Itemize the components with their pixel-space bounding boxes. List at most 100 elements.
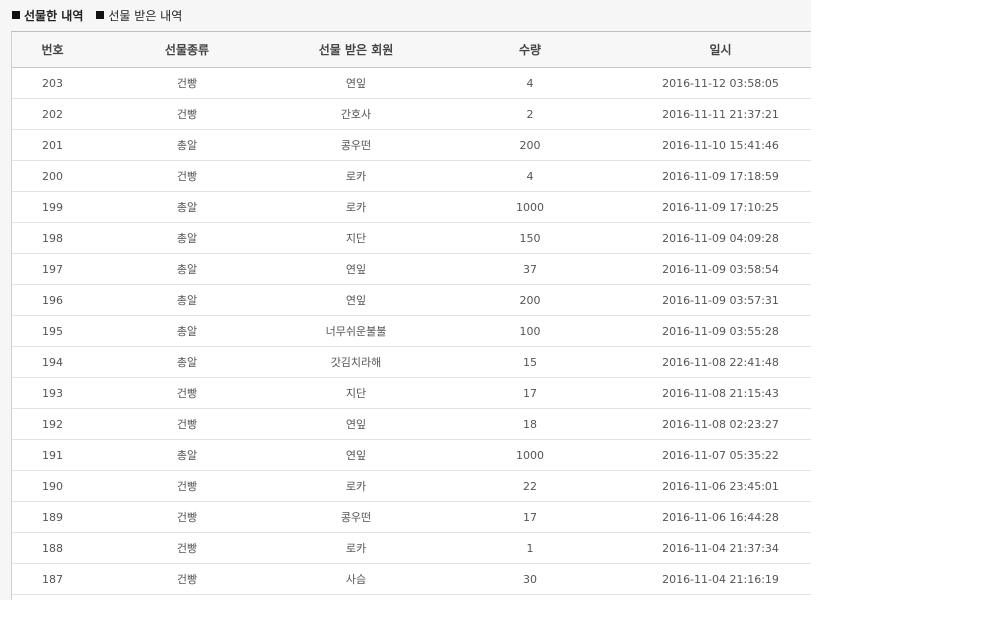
cell-datetime: 2016-11-08 02:23:27: [629, 408, 811, 440]
cell-quantity: 17: [431, 501, 629, 533]
table-row: 190 건빵 로카 22 2016-11-06 23:45:01: [12, 470, 811, 502]
cell-number: 197: [12, 253, 93, 285]
cell-quantity: 30: [431, 563, 629, 595]
cell-number: 190: [12, 470, 93, 502]
table-row: 192 건빵 연잎 18 2016-11-08 02:23:27: [12, 408, 811, 440]
table-row: 197 총알 연잎 37 2016-11-09 03:58:54: [12, 253, 811, 285]
gift-history-panel: 선물한 내역 선물 받은 내역 번호 선물종류 선물 받은 회원 수량 일시 203 건빵 연…: [0, 0, 811, 600]
table-row: 187 건빵 사슴 30 2016-11-04 21:16:19: [12, 563, 811, 595]
header-number: 번호: [12, 32, 93, 68]
cell-quantity: 1: [431, 532, 629, 564]
square-bullet-icon: [12, 11, 20, 19]
cell-number: 187: [12, 563, 93, 595]
cell-gift-type: 총알: [93, 191, 281, 223]
tab-gifts-sent[interactable]: 선물한 내역: [12, 7, 83, 24]
cell-gift-type: 건빵: [93, 532, 281, 564]
cell-datetime: 2016-11-09 03:57:31: [629, 284, 811, 316]
cell-quantity: 37: [431, 253, 629, 285]
square-bullet-icon: [96, 11, 105, 19]
cell-recipient: 로카: [281, 160, 431, 192]
cell-recipient: 연잎: [281, 253, 431, 285]
cell-quantity: 4: [431, 160, 629, 192]
cell-quantity: 15: [431, 346, 629, 378]
cell-datetime: 2016-11-10 15:41:46: [629, 129, 811, 161]
cell-recipient: 연잎: [281, 408, 431, 440]
table-row: 193 건빵 지단 17 2016-11-08 21:15:43: [12, 377, 811, 409]
cell-gift-type: 건빵: [93, 98, 281, 130]
table-row: 188 건빵 로카 1 2016-11-04 21:37:34: [12, 532, 811, 564]
gift-history-table-container[interactable]: 번호 선물종류 선물 받은 회원 수량 일시 203 건빵 연잎 4 2016-11-12 03:…: [11, 31, 811, 600]
cell-datetime: 2016-11-09 17:10:25: [629, 191, 811, 223]
cell-recipient: 콩우떤: [281, 501, 431, 533]
cell-gift-type: 총알: [93, 253, 281, 285]
gift-history-table: 번호 선물종류 선물 받은 회원 수량 일시 203 건빵 연잎 4 2016-11-12 03:…: [12, 32, 811, 595]
cell-gift-type: 건빵: [93, 501, 281, 533]
tab-label: 선물한 내역: [24, 8, 84, 23]
cell-datetime: 2016-11-09 03:58:54: [629, 253, 811, 285]
cell-gift-type: 총알: [93, 129, 281, 161]
cell-recipient: 로카: [281, 532, 431, 564]
table-row: 195 총알 너무쉬운불불 100 2016-11-09 03:55:28: [12, 315, 811, 347]
cell-datetime: 2016-11-09 03:55:28: [629, 315, 811, 347]
table-row: 201 총알 콩우떤 200 2016-11-10 15:41:46: [12, 129, 811, 161]
cell-number: 194: [12, 346, 93, 378]
cell-quantity: 100: [431, 315, 629, 347]
cell-number: 198: [12, 222, 93, 254]
cell-quantity: 18: [431, 408, 629, 440]
cell-datetime: 2016-11-11 21:37:21: [629, 98, 811, 130]
history-tabs: 선물한 내역 선물 받은 내역: [12, 6, 182, 24]
cell-recipient: 연잎: [281, 67, 431, 99]
header-datetime: 일시: [629, 32, 811, 68]
cell-recipient: 지단: [281, 377, 431, 409]
tab-gifts-received[interactable]: 선물 받은 내역: [96, 7, 182, 24]
cell-number: 191: [12, 439, 93, 471]
cell-datetime: 2016-11-08 21:15:43: [629, 377, 811, 409]
table-row: 199 총알 로카 1000 2016-11-09 17:10:25: [12, 191, 811, 223]
cell-quantity: 1000: [431, 191, 629, 223]
cell-quantity: 200: [431, 129, 629, 161]
cell-number: 193: [12, 377, 93, 409]
cell-gift-type: 건빵: [93, 377, 281, 409]
cell-gift-type: 총알: [93, 284, 281, 316]
cell-recipient: 갓김치라해: [281, 346, 431, 378]
cell-recipient: 너무쉬운불불: [281, 315, 431, 347]
cell-gift-type: 건빵: [93, 470, 281, 502]
cell-number: 201: [12, 129, 93, 161]
cell-number: 203: [12, 67, 93, 99]
cell-number: 188: [12, 532, 93, 564]
cell-number: 189: [12, 501, 93, 533]
cell-datetime: 2016-11-04 21:37:34: [629, 532, 811, 564]
cell-recipient: 로카: [281, 470, 431, 502]
cell-number: 199: [12, 191, 93, 223]
cell-quantity: 150: [431, 222, 629, 254]
cell-recipient: 지단: [281, 222, 431, 254]
header-recipient: 선물 받은 회원: [281, 32, 431, 68]
cell-quantity: 1000: [431, 439, 629, 471]
header-quantity: 수량: [431, 32, 629, 68]
table-row: 200 건빵 로카 4 2016-11-09 17:18:59: [12, 160, 811, 192]
table-row: 198 총알 지단 150 2016-11-09 04:09:28: [12, 222, 811, 254]
cell-datetime: 2016-11-09 17:18:59: [629, 160, 811, 192]
cell-datetime: 2016-11-08 22:41:48: [629, 346, 811, 378]
cell-gift-type: 총알: [93, 315, 281, 347]
cell-recipient: 로카: [281, 191, 431, 223]
cell-gift-type: 총알: [93, 346, 281, 378]
tab-label: 선물 받은 내역: [108, 8, 183, 23]
cell-recipient: 간호사: [281, 98, 431, 130]
cell-datetime: 2016-11-12 03:58:05: [629, 67, 811, 99]
table-header-row: 번호 선물종류 선물 받은 회원 수량 일시: [12, 32, 811, 68]
cell-recipient: 사슴: [281, 563, 431, 595]
cell-number: 195: [12, 315, 93, 347]
table-row: 191 총알 연잎 1000 2016-11-07 05:35:22: [12, 439, 811, 471]
table-row: 194 총알 갓김치라해 15 2016-11-08 22:41:48: [12, 346, 811, 378]
cell-quantity: 17: [431, 377, 629, 409]
cell-number: 192: [12, 408, 93, 440]
table-row: 196 총알 연잎 200 2016-11-09 03:57:31: [12, 284, 811, 316]
cell-gift-type: 건빵: [93, 408, 281, 440]
cell-gift-type: 건빵: [93, 563, 281, 595]
cell-gift-type: 총알: [93, 439, 281, 471]
cell-recipient: 연잎: [281, 284, 431, 316]
cell-gift-type: 건빵: [93, 160, 281, 192]
cell-quantity: 22: [431, 470, 629, 502]
cell-datetime: 2016-11-09 04:09:28: [629, 222, 811, 254]
